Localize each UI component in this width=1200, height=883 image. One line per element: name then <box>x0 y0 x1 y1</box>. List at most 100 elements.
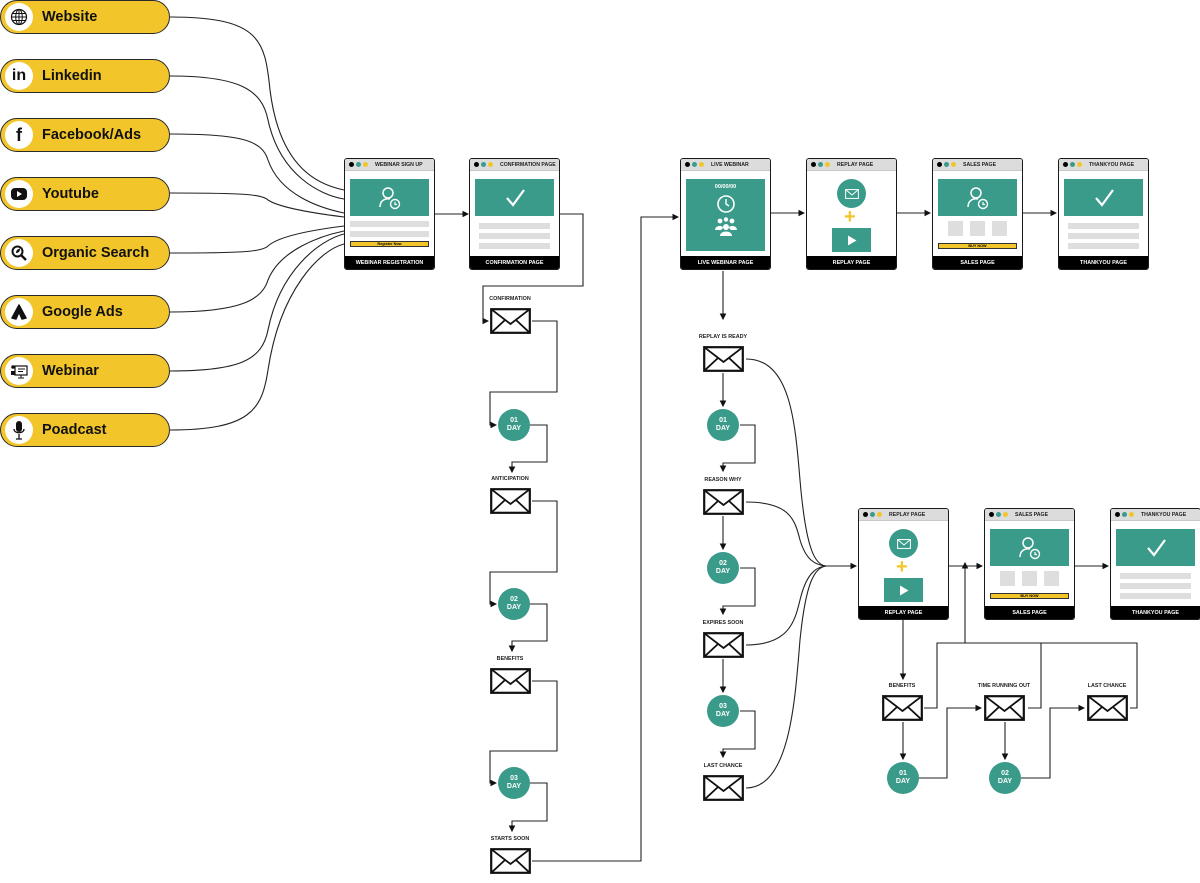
page-sales[interactable]: SALES PAGE BUY NOW SALES PAGE <box>932 158 1023 270</box>
product-tile <box>948 221 963 236</box>
envelope-icon <box>490 488 531 514</box>
source-label: Youtube <box>42 186 99 202</box>
product-tile <box>1022 571 1037 586</box>
email-node[interactable] <box>703 489 744 515</box>
email-node[interactable] <box>703 775 744 801</box>
live-webinar-banner: 00/00/00 <box>686 179 765 251</box>
page-live-webinar[interactable]: LIVE WEBINAR 00/00/00 LIVE WEBINAR PAGE <box>680 158 771 270</box>
delay-number: 01 <box>899 770 907 777</box>
source-linkedin[interactable]: in Linkedin <box>0 59 170 93</box>
hero-banner <box>1116 529 1195 566</box>
email-node[interactable] <box>1087 695 1128 721</box>
page-title: THANKYOU PAGE <box>1141 511 1187 518</box>
source-podcast[interactable]: Poadcast <box>0 413 170 447</box>
delay-node[interactable]: 02 DAY <box>989 762 1021 794</box>
envelope-icon <box>984 695 1025 721</box>
delay-node[interactable]: 02 DAY <box>498 588 530 620</box>
envelope-icon <box>703 346 744 372</box>
email-label: LAST CHANCE <box>703 763 743 769</box>
email-node[interactable] <box>490 668 531 694</box>
source-organic-search[interactable]: Organic Search <box>0 236 170 270</box>
buy-now-button[interactable]: BUY NOW <box>938 243 1017 249</box>
page-confirmation[interactable]: CONFIRMATION PAGE CONFIRMATION PAGE <box>469 158 560 270</box>
user-clock-icon <box>1018 536 1040 559</box>
page-footer: THANKYOU PAGE <box>1111 606 1200 619</box>
product-tile <box>992 221 1007 236</box>
placeholder-line <box>479 233 550 239</box>
email-label: EXPIRES SOON <box>702 620 744 626</box>
email-label: REPLAY IS READY <box>698 334 748 340</box>
microphone-icon <box>5 416 33 444</box>
page-footer: REPLAY PAGE <box>859 606 948 619</box>
countdown-timer: 00/00/00 <box>714 184 737 190</box>
source-website[interactable]: Website <box>0 0 170 34</box>
email-node[interactable] <box>490 848 531 874</box>
delay-node[interactable]: 02 DAY <box>707 552 739 584</box>
register-now-button[interactable]: Register Now <box>350 241 429 247</box>
webinar-icon <box>5 357 33 385</box>
browser-bar: SALES PAGE <box>985 509 1074 521</box>
email-node[interactable] <box>490 488 531 514</box>
placeholder-line <box>1068 233 1139 239</box>
delay-number: 03 <box>719 703 727 710</box>
delay-node[interactable]: 01 DAY <box>887 762 919 794</box>
source-label: Poadcast <box>42 422 107 438</box>
email-node[interactable] <box>703 632 744 658</box>
user-clock-icon <box>966 186 988 209</box>
page-footer: THANKYOU PAGE <box>1059 256 1148 269</box>
page-footer: SALES PAGE <box>985 606 1074 619</box>
buy-now-button[interactable]: BUY NOW <box>990 593 1069 599</box>
page-footer: LIVE WEBINAR PAGE <box>681 256 770 269</box>
page-footer: SALES PAGE <box>933 256 1022 269</box>
browser-bar: THANKYOU PAGE <box>1059 159 1148 171</box>
page-title: REPLAY PAGE <box>889 511 926 518</box>
page-title: WEBINAR SIGN UP <box>375 161 423 168</box>
globe-icon <box>5 3 33 31</box>
email-label: REASON WHY <box>704 477 742 483</box>
checkmark-icon <box>1146 538 1166 557</box>
source-label: Google Ads <box>42 304 123 320</box>
page-replay[interactable]: REPLAY PAGE + REPLAY PAGE <box>806 158 897 270</box>
delay-node[interactable]: 03 DAY <box>498 767 530 799</box>
envelope-icon <box>490 848 531 874</box>
delay-unit: DAY <box>715 568 731 575</box>
page-webinar-signup[interactable]: WEBINAR SIGN UP Register Now WEBINAR REG… <box>344 158 435 270</box>
facebook-icon: f <box>5 121 33 149</box>
placeholder-line <box>479 243 550 249</box>
envelope-icon <box>703 489 744 515</box>
source-google-ads[interactable]: Google Ads <box>0 295 170 329</box>
email-node[interactable] <box>703 346 744 372</box>
video-play-icon[interactable] <box>884 578 923 602</box>
product-tile <box>970 221 985 236</box>
page-title: REPLAY PAGE <box>837 161 874 168</box>
email-node[interactable] <box>984 695 1025 721</box>
page-title: CONFIRMATION PAGE <box>500 161 556 168</box>
page-thankyou[interactable]: THANKYOU PAGE THANKYOU PAGE <box>1058 158 1149 270</box>
page-footer: WEBINAR REGISTRATION <box>345 256 434 269</box>
linkedin-icon: in <box>5 62 33 90</box>
clock-icon <box>716 195 735 213</box>
hero-banner <box>990 529 1069 566</box>
browser-bar: SALES PAGE <box>933 159 1022 171</box>
page-sales-2[interactable]: SALES PAGE BUY NOW SALES PAGE <box>984 508 1075 620</box>
delay-unit: DAY <box>997 778 1013 785</box>
email-icon <box>889 529 918 558</box>
browser-bar: LIVE WEBINAR <box>681 159 770 171</box>
page-replay-2[interactable]: REPLAY PAGE + REPLAY PAGE <box>858 508 949 620</box>
video-play-icon[interactable] <box>832 228 871 252</box>
delay-node[interactable]: 01 DAY <box>498 409 530 441</box>
source-facebook-ads[interactable]: f Facebook/Ads <box>0 118 170 152</box>
connector-lines <box>169 16 1138 862</box>
email-node[interactable] <box>882 695 923 721</box>
email-label: TIME RUNNING OUT <box>977 683 1031 689</box>
page-thankyou-2[interactable]: THANKYOU PAGE THANKYOU PAGE <box>1110 508 1200 620</box>
email-node[interactable] <box>490 308 531 334</box>
email-label: STARTS SOON <box>490 836 530 842</box>
placeholder-line <box>1068 223 1139 229</box>
page-footer: REPLAY PAGE <box>807 256 896 269</box>
checkmark-icon <box>1094 188 1114 207</box>
delay-node[interactable]: 03 DAY <box>707 695 739 727</box>
delay-node[interactable]: 01 DAY <box>707 409 739 441</box>
source-youtube[interactable]: Youtube <box>0 177 170 211</box>
source-webinar[interactable]: Webinar <box>0 354 170 388</box>
